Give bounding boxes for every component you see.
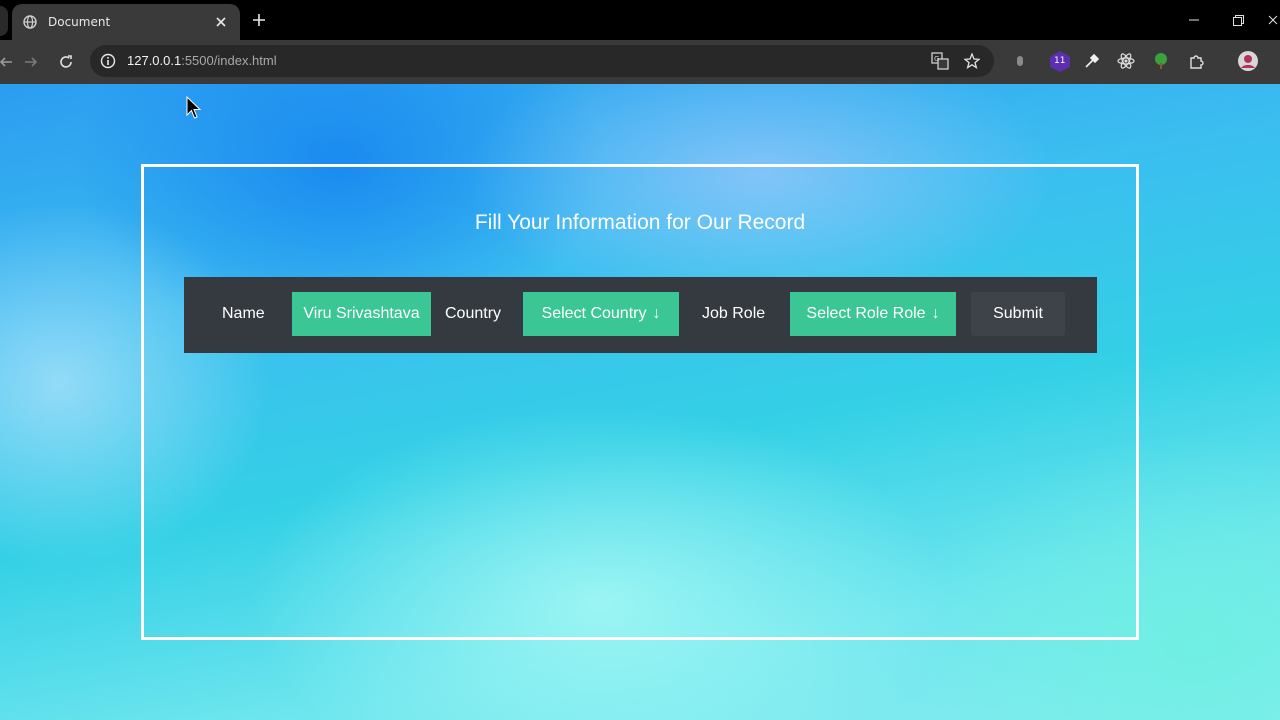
extension-badge-icon[interactable]: 11 [1048,49,1072,73]
profile-avatar-icon[interactable] [1236,49,1260,73]
name-label: Name [222,305,265,322]
restore-icon[interactable] [1226,8,1250,32]
mouse-pointer-icon [186,96,202,119]
job-role-select-text: Select Role Role [806,305,926,322]
country-select[interactable]: Select Country ↓ [523,292,679,336]
extensions-puzzle-icon[interactable] [1185,49,1209,73]
bookmark-star-icon[interactable] [960,49,984,73]
address-url[interactable]: 127.0.0.1:5500/index.html [127,53,277,68]
forward-icon[interactable] [19,50,43,74]
name-input[interactable]: Viru Srivashtava [292,292,431,336]
translate-icon[interactable]: G [928,49,952,73]
tree-extension-icon[interactable] [1149,49,1173,73]
previous-tab-edge[interactable] [0,6,8,36]
job-role-label: Job Role [702,305,766,322]
info-form-bar: Name Viru Srivashtava Country Select Cou… [184,277,1097,353]
country-select-text: Select Country [541,305,647,322]
close-window-icon[interactable] [1266,8,1280,32]
close-tab-icon[interactable] [212,13,230,31]
tab-strip: Document [0,0,1280,40]
back-icon[interactable] [0,50,18,74]
url-host: 127.0.0.1 [127,53,182,68]
url-path: :5500/index.html [181,53,277,68]
minimize-icon[interactable] [1182,8,1206,32]
arrow-down-icon: ↓ [931,305,940,322]
react-devtools-icon[interactable] [1114,49,1138,73]
extension-badge-count: 11 [1054,56,1066,66]
arrow-down-icon: ↓ [652,305,661,322]
globe-icon [22,14,38,30]
reload-icon[interactable] [54,50,78,74]
new-tab-icon[interactable] [248,9,270,31]
page-title: Fill Your Information for Our Record [474,211,806,234]
svg-text:G: G [934,55,939,63]
extension-puzzle-small-icon[interactable] [1008,49,1032,73]
job-role-select[interactable]: Select Role Role ↓ [790,292,956,336]
active-tab[interactable]: Document [12,4,240,40]
site-info-icon[interactable] [96,49,120,73]
page-viewport: Fill Your Information for Our Record Nam… [0,84,1280,720]
record-form-container: Fill Your Information for Our Record Nam… [141,164,1139,640]
eyedropper-icon[interactable] [1080,49,1104,73]
country-label: Country [445,305,502,322]
submit-button[interactable]: Submit [971,292,1065,336]
tab-title: Document [48,15,111,29]
